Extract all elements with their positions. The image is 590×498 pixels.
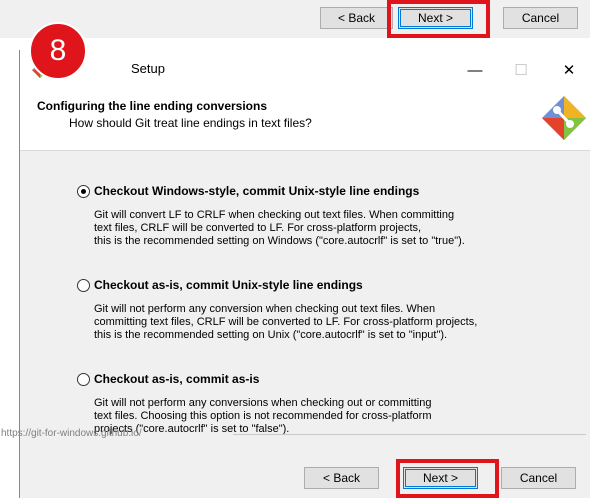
back-button[interactable]: < Back <box>304 467 379 489</box>
radio-windows-style[interactable] <box>77 185 90 198</box>
option-description: Git will not perform any conversion when… <box>94 303 478 341</box>
radio-as-is[interactable] <box>77 373 90 386</box>
previous-back-button[interactable]: < Back <box>320 7 393 29</box>
close-icon[interactable]: ✕ <box>547 56 590 86</box>
radio-unix-style[interactable] <box>77 279 90 292</box>
footer-url-line: https://git-for-windows.github.io/ <box>1 428 590 440</box>
highlight-box-bottom <box>396 459 499 498</box>
previous-step-buttonbar: < Back Next > Cancel <box>0 0 590 46</box>
setup-window: Setup — ☐ ✕ Configuring the line ending … <box>1 50 590 498</box>
divider <box>233 434 586 435</box>
maximize-icon: ☐ <box>514 62 528 79</box>
minimize-icon[interactable]: — <box>453 56 497 86</box>
cancel-button[interactable]: Cancel <box>501 467 576 489</box>
option-label[interactable]: Checkout as-is, commit Unix-style line e… <box>94 278 363 292</box>
gap <box>0 38 590 46</box>
title-bar: Setup — ☐ ✕ <box>20 50 590 94</box>
footer-url[interactable]: https://git-for-windows.github.io/ <box>1 428 142 439</box>
git-logo-icon <box>542 96 586 140</box>
option-description: Git will convert LF to CRLF when checkin… <box>94 209 465 247</box>
page-subtitle: How should Git treat line endings in tex… <box>69 116 312 130</box>
option-label[interactable]: Checkout as-is, commit as-is <box>94 372 259 386</box>
option-label[interactable]: Checkout Windows-style, commit Unix-styl… <box>94 184 419 198</box>
highlight-box-top <box>387 0 490 38</box>
page-header: Configuring the line ending conversions … <box>20 94 590 151</box>
page-title: Configuring the line ending conversions <box>37 99 268 113</box>
window-title: Setup <box>131 61 165 76</box>
previous-cancel-button[interactable]: Cancel <box>503 7 578 29</box>
step-number-badge: 8 <box>29 22 87 80</box>
